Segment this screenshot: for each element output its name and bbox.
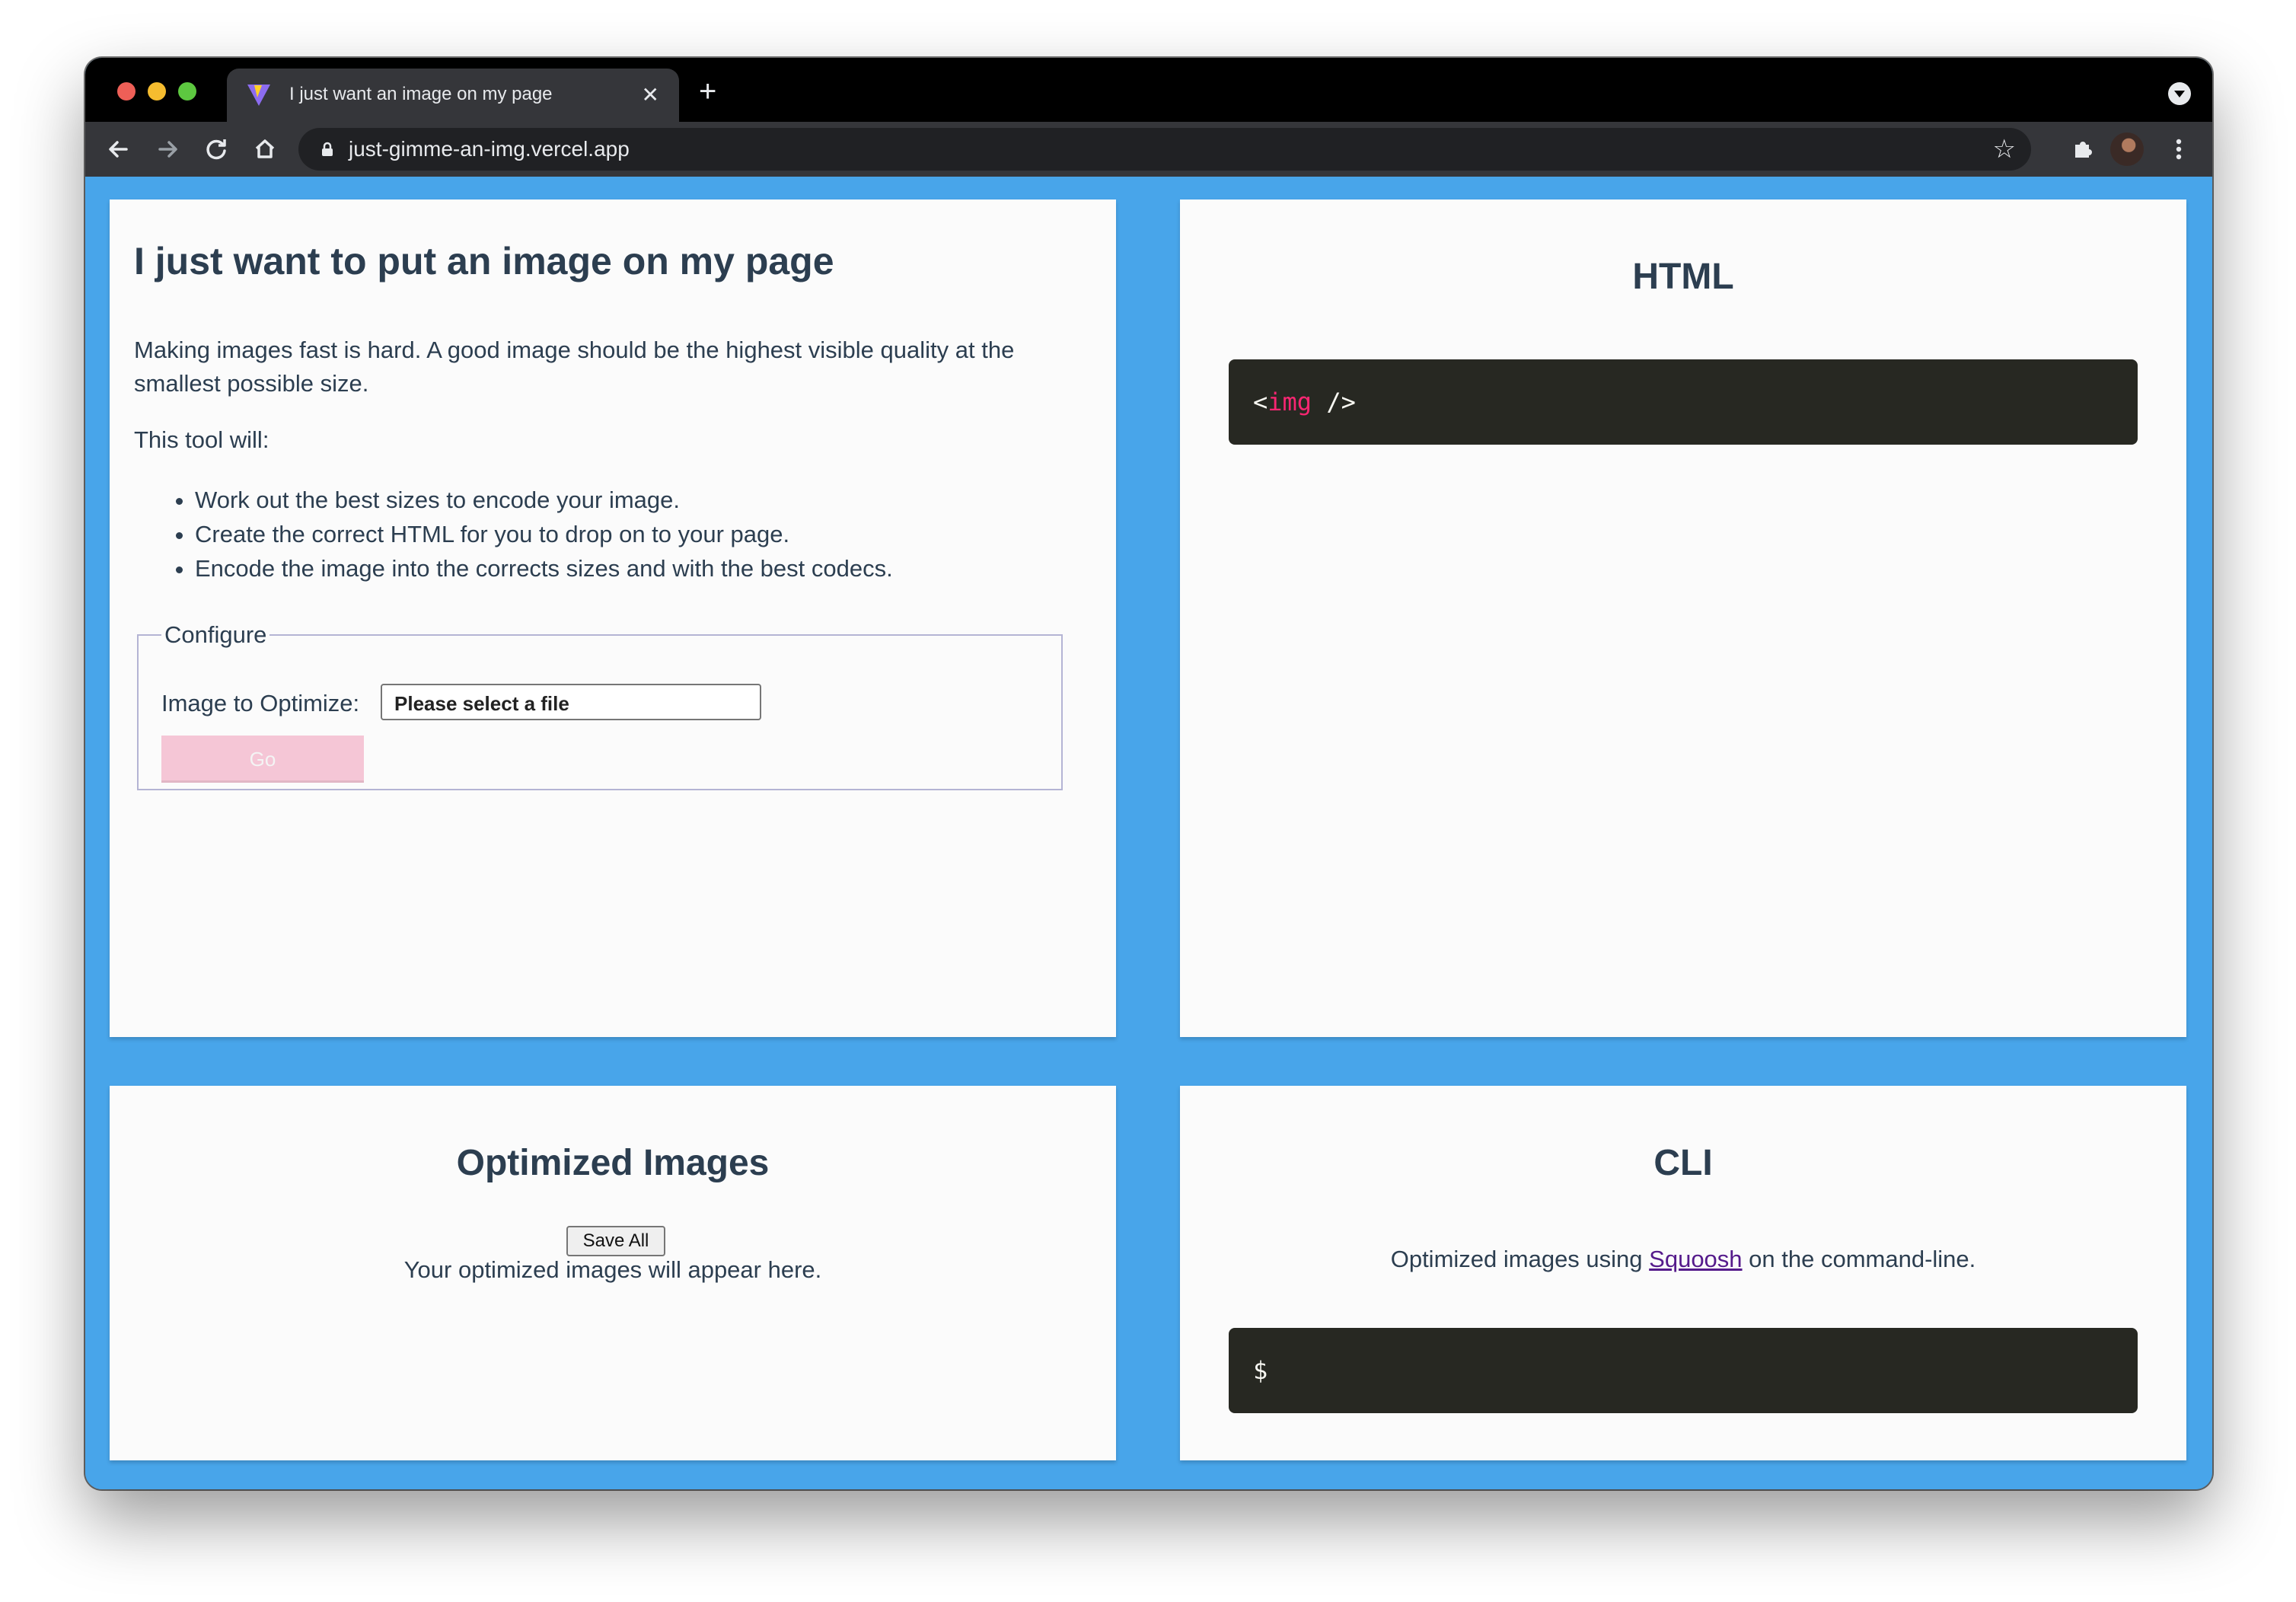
html-card: HTML <img /> xyxy=(1180,199,2186,1037)
url-text: just-gimme-an-img.vercel.app xyxy=(349,137,630,161)
optimized-images-title: Optimized Images xyxy=(456,1143,770,1183)
browser-window: I just want an image on my page ✕ + just… xyxy=(85,58,2212,1489)
browser-toolbar: just-gimme-an-img.vercel.app ☆ xyxy=(85,122,2212,177)
home-icon[interactable] xyxy=(248,132,282,166)
cli-prompt: $ xyxy=(1253,1356,1268,1385)
tab-search-icon[interactable] xyxy=(2168,82,2191,105)
save-all-button[interactable]: Save All xyxy=(566,1226,665,1256)
page-title: I just want to put an image on my page xyxy=(134,240,834,282)
go-button[interactable]: Go xyxy=(161,736,364,783)
menu-icon[interactable] xyxy=(2162,132,2196,166)
html-code-block: <img /> xyxy=(1229,359,2138,445)
code-tag-name: img xyxy=(1268,388,1312,416)
extensions-icon[interactable] xyxy=(2066,132,2100,166)
images-placeholder-text: Your optimized images will appear here. xyxy=(403,1256,822,1283)
list-item: Encode the image into the corrects sizes… xyxy=(195,551,893,586)
optimized-images-card: Optimized Images Save All Your optimized… xyxy=(110,1086,1116,1460)
minimize-window-button[interactable] xyxy=(148,82,166,101)
page-viewport: I just want to put an image on my page M… xyxy=(85,177,2212,1489)
tool-will-text: This tool will: xyxy=(134,426,269,453)
maximize-window-button[interactable] xyxy=(178,82,196,101)
cli-text-after: on the command-line. xyxy=(1742,1246,1976,1272)
list-item: Create the correct HTML for you to drop … xyxy=(195,517,893,551)
reload-icon[interactable] xyxy=(199,132,233,166)
close-window-button[interactable] xyxy=(117,82,136,101)
configure-legend: Configure xyxy=(164,621,267,648)
tab-title: I just want an image on my page xyxy=(289,84,553,104)
intro-card: I just want to put an image on my page M… xyxy=(110,199,1116,1037)
new-tab-button[interactable]: + xyxy=(699,76,716,107)
cli-text-before: Optimized images using xyxy=(1390,1246,1650,1272)
address-bar[interactable]: just-gimme-an-img.vercel.app ☆ xyxy=(298,128,2031,171)
list-item: Work out the best sizes to encode your i… xyxy=(195,483,893,517)
active-tab[interactable]: I just want an image on my page ✕ xyxy=(227,69,679,122)
squoosh-link[interactable]: Squoosh xyxy=(1649,1246,1742,1272)
html-title: HTML xyxy=(1632,257,1734,297)
forward-icon[interactable] xyxy=(151,132,184,166)
avatar[interactable] xyxy=(2110,132,2144,166)
cli-code-block: $ xyxy=(1229,1328,2138,1413)
features-list: Work out the best sizes to encode your i… xyxy=(134,483,893,586)
cli-description: Optimized images using Squoosh on the co… xyxy=(1180,1246,2186,1273)
lock-icon xyxy=(322,142,333,156)
tab-strip: I just want an image on my page ✕ + xyxy=(85,58,2212,122)
cli-title: CLI xyxy=(1653,1143,1713,1183)
code-open-bracket: < xyxy=(1253,388,1268,416)
vite-favicon-icon xyxy=(247,85,270,106)
file-select-input[interactable]: Please select a file xyxy=(381,684,761,720)
back-icon[interactable] xyxy=(102,132,136,166)
star-icon[interactable]: ☆ xyxy=(1993,134,2016,164)
intro-text: Making images fast is hard. A good image… xyxy=(134,337,1015,397)
tab-close-icon[interactable]: ✕ xyxy=(642,81,659,109)
image-to-optimize-label: Image to Optimize: xyxy=(161,690,360,716)
code-close: /> xyxy=(1312,388,1356,416)
cli-card: CLI Optimized images using Squoosh on th… xyxy=(1180,1086,2186,1460)
